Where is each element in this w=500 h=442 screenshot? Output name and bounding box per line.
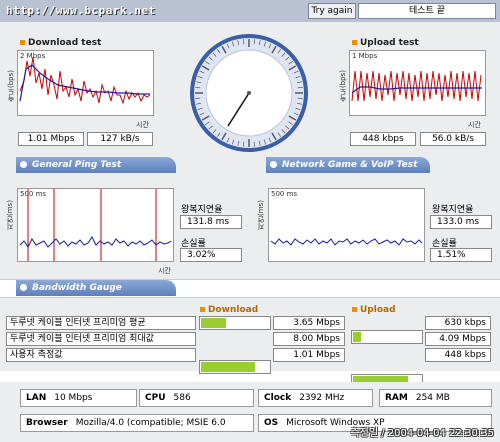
bw-upload-value: 4.09 Mbps <box>425 332 491 346</box>
upload-rate: 56.0 kB/s <box>420 132 486 146</box>
bw-download-header: Download <box>200 305 258 315</box>
ping-right-loss: 1.51% <box>430 248 492 262</box>
site-url[interactable]: http://www.bcpark.net <box>6 4 156 17</box>
tab-bandwidth-gauge[interactable]: Bandwidth Gauge <box>16 280 176 296</box>
ping-left-y-axis-label: 지연(ms) <box>6 200 14 230</box>
bw-download-value: 1.01 Mbps <box>273 348 345 362</box>
upload-test-title: Upload test <box>352 38 419 48</box>
bw-upload-value: 448 kbps <box>425 348 491 362</box>
upload-scale: 1 Mbps <box>352 52 378 60</box>
browser-info: Browser Mozilla/4.0 (compatible; MSIE 6.0 <box>20 414 254 432</box>
bw-row-name: 사용자 측정값 <box>6 348 196 362</box>
bw-upload-header: Upload <box>352 305 396 315</box>
ram-label: RAM <box>385 393 408 403</box>
ram-info: RAM 254 MB <box>379 389 492 407</box>
cpu-value: 586 <box>173 393 191 403</box>
ping-left-graph <box>17 188 174 262</box>
bw-download-value: 3.65 Mbps <box>273 316 345 330</box>
bw-download-bar-fill <box>201 362 255 372</box>
bw-download-value: 8.00 Mbps <box>273 332 345 346</box>
upload-x-axis-label: 시간 <box>468 121 481 129</box>
cpu-label: CPU <box>145 393 166 403</box>
ping-left-trace <box>19 189 172 261</box>
ping-right-trace <box>270 238 423 246</box>
measure-timestamp: 측정일 / 2004-04-04 22:30:35 <box>350 428 494 439</box>
download-rate: 127 kB/s <box>87 132 153 146</box>
download-test-title: Download test <box>20 38 101 48</box>
ping-left-latency-label: 왕복지연율 <box>181 205 223 215</box>
os-label: OS <box>264 418 279 428</box>
bw-row-name: 두루넷 케이블 인터넷 프리미엄 최대값 <box>6 332 196 346</box>
download-x-axis-label: 시간 <box>136 121 149 129</box>
upload-y-axis-label: 속도(bps) <box>339 70 347 102</box>
speed-gauge <box>188 32 310 154</box>
lan-label: LAN <box>26 393 47 403</box>
ping-right-y-axis-label: 지연(ms) <box>257 200 265 230</box>
bw-upload-value: 630 kbps <box>425 316 491 330</box>
upload-trace <box>351 70 482 102</box>
download-scale: 2 Mbps <box>20 52 46 60</box>
bw-upload-bar-fill <box>353 332 362 342</box>
ping-right-scale: 500 ms <box>271 190 298 198</box>
upload-speed: 448 kbps <box>350 132 416 146</box>
bw-upload-bar <box>351 330 423 344</box>
clock-info: Clock 2392 MHz <box>258 389 373 407</box>
ping-left-x-axis-label: 시간 <box>158 267 171 275</box>
bw-download-bar-fill <box>201 318 226 328</box>
download-y-axis-label: 속도(bps) <box>7 70 15 102</box>
clock-label: Clock <box>264 393 292 403</box>
lan-info: LAN 10 Mbps <box>20 389 137 407</box>
browser-value: Mozilla/4.0 (compatible; MSIE 6.0 <box>75 418 226 428</box>
lan-value: 10 Mbps <box>54 393 93 403</box>
ping-left-loss: 3.02% <box>180 248 242 262</box>
ping-right-latency: 133.0 ms <box>430 215 492 229</box>
download-speed: 1.01 Mbps <box>18 132 84 146</box>
ram-value: 254 MB <box>415 393 450 403</box>
browser-label: Browser <box>26 418 68 428</box>
bw-download-bar <box>199 360 271 374</box>
tab-network-game-voip-test[interactable]: Network Game & VoIP Test <box>266 157 430 173</box>
ping-right-latency-label: 왕복지연율 <box>432 205 474 215</box>
download-trace <box>19 56 151 105</box>
try-again-button[interactable]: Try again <box>308 3 356 19</box>
ping-right-graph <box>268 188 425 262</box>
clock-value: 2392 MHz <box>299 393 345 403</box>
ping-left-latency: 131.8 ms <box>180 215 242 229</box>
test-status: 테스트 끝 <box>358 3 496 19</box>
cpu-info: CPU 586 <box>139 389 254 407</box>
bw-row-name: 두루넷 케이블 인터넷 프리미엄 평균 <box>6 316 196 330</box>
bw-download-bar <box>199 316 271 330</box>
tab-general-ping-test[interactable]: General Ping Test <box>16 157 176 173</box>
ping-left-scale: 500 ms <box>20 190 47 198</box>
